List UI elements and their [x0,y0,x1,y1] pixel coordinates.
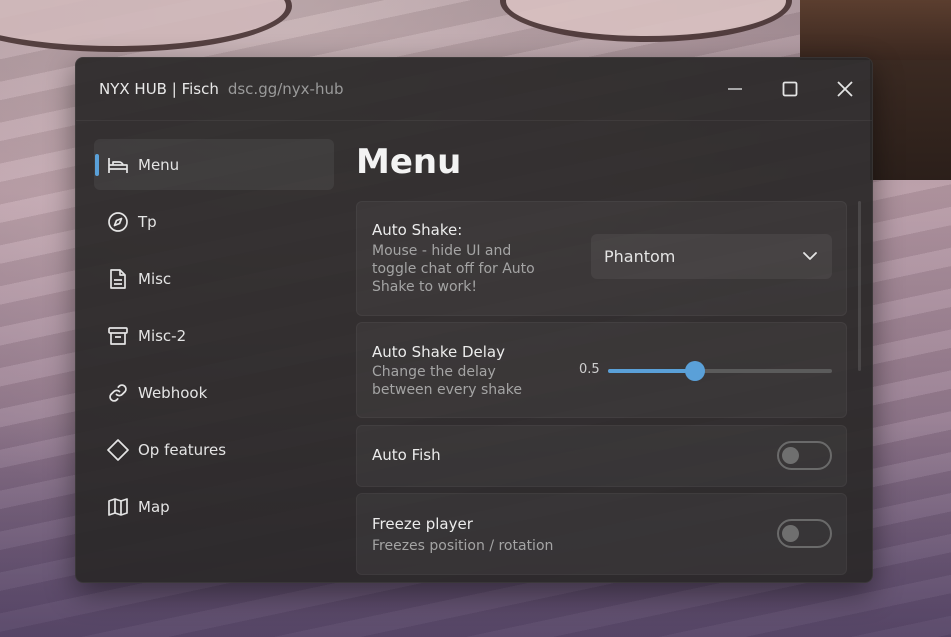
auto-shake-title: Auto Shake: [372,221,463,239]
freeze-player-card: Freeze player Freezes position / rotatio… [356,493,847,575]
auto-fish-toggle[interactable] [777,441,832,470]
bed-icon [106,153,130,177]
sidebar-item-tp[interactable]: Tp [94,196,334,247]
sidebar-item-label: Misc [138,269,172,288]
sidebar-item-misc-2[interactable]: Misc-2 [94,310,334,361]
auto-shake-delay-desc-line: between every shake [372,382,522,398]
compass-icon [106,210,130,234]
maximize-button[interactable] [762,58,817,120]
window-subtitle: dsc.gg/nyx-hub [227,80,344,98]
link-icon [106,381,130,405]
auto-shake-desc-line: Mouse - hide UI and [372,243,512,259]
auto-shake-delay-description: Change the delay between every shake [372,363,522,399]
document-icon [106,267,130,291]
map-icon [106,495,130,519]
main-content: Menu Auto Shake: Mouse - hide UI and tog… [356,140,847,575]
sidebar-item-label: Op features [138,440,227,459]
freeze-player-title: Freeze player [372,515,473,533]
freeze-player-description: Freezes position / rotation [372,538,554,554]
slider-fill [608,369,696,373]
auto-shake-desc-line: toggle chat off for Auto [372,261,535,277]
toggle-knob [782,447,799,464]
auto-shake-desc-line: Shake to work! [372,279,478,295]
page-title: Menu [356,142,462,182]
title-bar[interactable]: NYX HUB | Fisch dsc.gg/nyx-hub [76,58,872,121]
background-dock-post [870,60,951,180]
auto-shake-mode-dropdown[interactable]: Phantom [591,234,832,279]
window-controls [707,58,872,120]
hub-window: NYX HUB | Fisch dsc.gg/nyx-hub Menu Tp M… [75,57,873,583]
sidebar-item-label: Misc-2 [138,326,187,345]
freeze-player-toggle[interactable] [777,519,832,548]
sidebar-item-label: Webhook [138,383,208,402]
sidebar-item-label: Tp [138,212,157,231]
minimize-icon [727,88,742,90]
sidebar-item-op-features[interactable]: Op features [94,424,334,475]
sidebar-item-label: Menu [138,155,180,174]
close-icon [836,81,853,97]
auto-fish-card: Auto Fish [356,425,847,487]
slider-knob[interactable] [685,361,706,381]
sidebar-item-label: Map [138,497,170,516]
toggle-knob [782,525,799,542]
window-title: NYX HUB | Fisch [99,80,219,98]
minimize-button[interactable] [707,58,762,120]
sidebar: Menu Tp Misc Misc-2 Webhook Op features … [94,139,334,538]
sidebar-item-webhook[interactable]: Webhook [94,367,334,418]
background-dock [800,0,951,60]
delay-slider[interactable] [608,361,832,381]
sidebar-item-misc[interactable]: Misc [94,253,334,304]
sidebar-item-map[interactable]: Map [94,481,334,532]
chevron-down-icon [803,252,817,260]
auto-shake-delay-title: Auto Shake Delay [372,343,505,361]
auto-shake-delay-card: Auto Shake Delay Change the delay betwee… [356,322,847,418]
archive-icon [106,324,130,348]
slider-value-label: 0.5 [579,362,600,377]
auto-shake-description: Mouse - hide UI and toggle chat off for … [372,242,535,296]
diamond-icon [106,438,130,462]
auto-fish-title: Auto Fish [372,446,441,464]
close-button[interactable] [817,58,872,120]
sidebar-item-menu[interactable]: Menu [94,139,334,190]
content-scrollbar[interactable] [858,201,861,371]
dropdown-selected-value: Phantom [604,247,676,266]
auto-shake-card: Auto Shake: Mouse - hide UI and toggle c… [356,201,847,316]
maximize-icon [782,81,797,97]
auto-shake-delay-desc-line: Change the delay [372,364,496,380]
